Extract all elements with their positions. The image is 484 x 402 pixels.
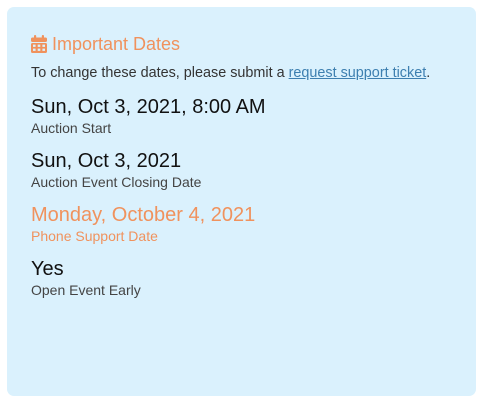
- date-entry-auction-start: Sun, Oct 3, 2021, 8:00 AM Auction Start: [31, 95, 452, 138]
- date-value: Yes: [31, 258, 64, 280]
- date-entry-phone-support: Monday, October 4, 2021 Phone Support Da…: [31, 203, 452, 246]
- note-text: To change these dates, please submit a: [31, 65, 289, 81]
- date-value: Sun, Oct 3, 2021, 8:00 AM: [31, 96, 266, 118]
- date-value: Sun, Oct 3, 2021: [31, 150, 182, 172]
- date-label: Auction Start: [31, 120, 112, 136]
- request-support-ticket-link[interactable]: request support ticket: [289, 65, 427, 81]
- note-period: .: [426, 65, 431, 81]
- date-label: Phone Support Date: [31, 228, 158, 244]
- card-title: Important Dates: [52, 33, 181, 54]
- calendar-icon: [31, 35, 47, 53]
- date-label: Auction Event Closing Date: [31, 174, 202, 190]
- important-dates-card: Important Dates To change these dates, p…: [7, 7, 476, 396]
- change-dates-note: To change these dates, please submit a r…: [31, 61, 452, 85]
- dates-list: Sun, Oct 3, 2021, 8:00 AM Auction Start …: [31, 95, 452, 300]
- date-label: Open Event Early: [31, 282, 141, 298]
- date-value: Monday, October 4, 2021: [31, 204, 256, 226]
- date-entry-auction-closing: Sun, Oct 3, 2021 Auction Event Closing D…: [31, 149, 452, 192]
- card-heading: Important Dates: [31, 32, 452, 56]
- date-entry-open-event-early: Yes Open Event Early: [31, 257, 452, 300]
